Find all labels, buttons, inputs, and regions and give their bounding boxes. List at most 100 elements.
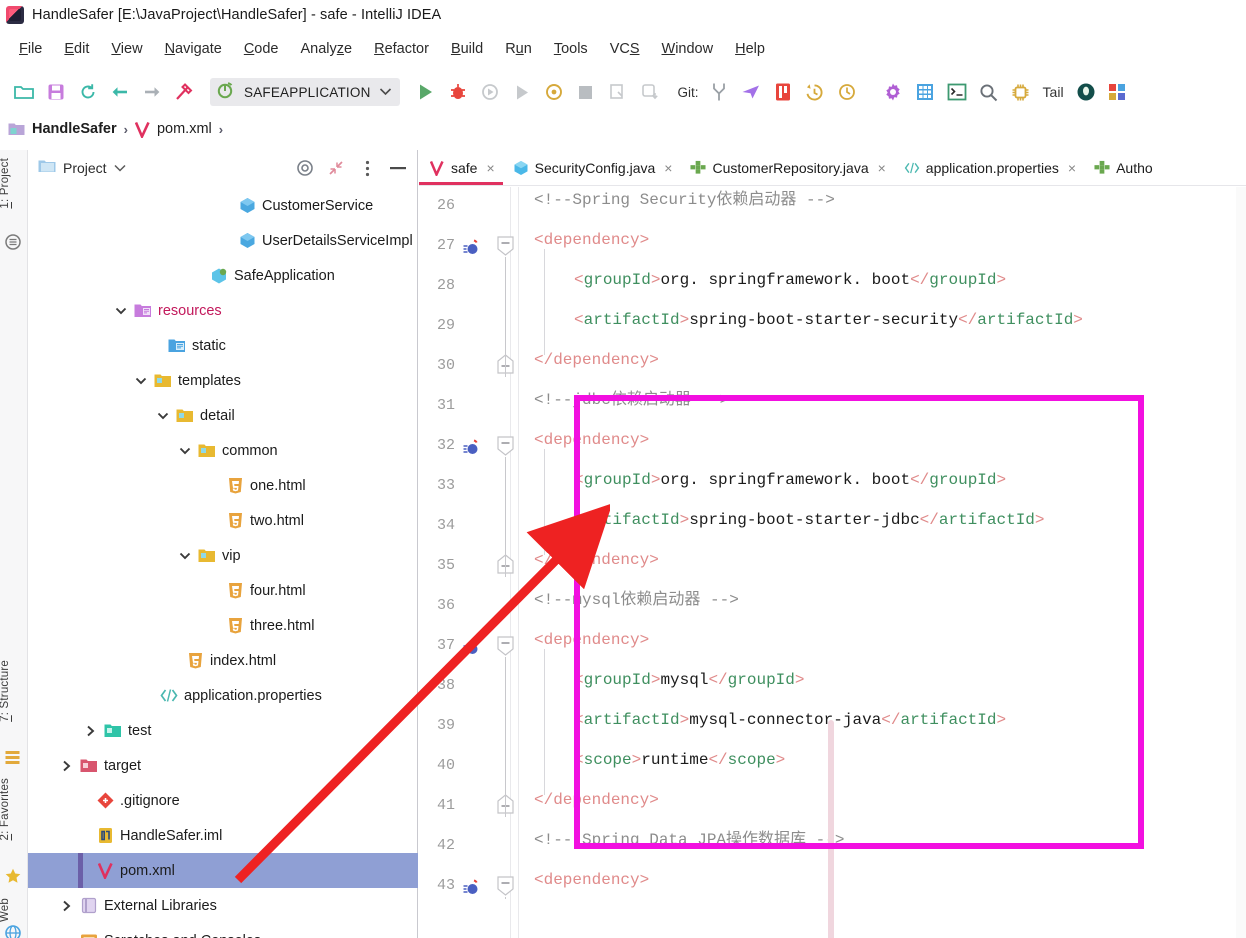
run-icon[interactable]	[410, 77, 442, 107]
options-menu-icon[interactable]	[355, 156, 379, 180]
menu-bar[interactable]: File Edit View Navigate Code Analyze Refactor B…	[0, 32, 1246, 66]
code-line-41[interactable]: </dependency>	[534, 780, 659, 820]
close-icon[interactable]: ×	[486, 160, 494, 176]
close-icon[interactable]: ×	[1068, 160, 1076, 176]
editor-tab-securityconfig-java[interactable]: SecurityConfig.java ×	[503, 150, 681, 185]
code-line-35[interactable]: </dependency>	[534, 540, 659, 580]
tree-node-index-html[interactable]: index.html	[28, 643, 418, 678]
tree-node-one-html[interactable]: one.html	[28, 468, 418, 503]
account-avatar-icon[interactable]	[1070, 77, 1102, 107]
menu-item-edit[interactable]: Edit	[53, 39, 100, 59]
tree-node-templates[interactable]: templates	[28, 363, 418, 398]
main-toolbar[interactable]: SAFEAPPLICATION Git: Tail	[0, 70, 1246, 114]
chevron-down-icon[interactable]	[134, 374, 148, 388]
fold-end-icon[interactable]	[497, 354, 517, 376]
fold-collapse-icon[interactable]	[497, 876, 517, 898]
breadcrumb-item-pom-xml[interactable]: pom.xml	[157, 121, 212, 137]
tree-node-two-html[interactable]: two.html	[28, 503, 418, 538]
profile-icon[interactable]	[538, 77, 570, 107]
code-line-28[interactable]: <groupId>org. springframework. boot</gro…	[574, 260, 1006, 300]
menu-item-window[interactable]: Window	[651, 39, 725, 59]
fold-collapse-icon[interactable]	[497, 236, 517, 258]
tree-node-test[interactable]: test	[28, 713, 418, 748]
code-line-43[interactable]: <dependency>	[534, 860, 649, 900]
chevron-right-icon[interactable]	[84, 724, 98, 738]
code-line-26[interactable]: <!--Spring Security依赖启动器 -->	[534, 187, 835, 220]
tree-node-static[interactable]: static	[28, 328, 418, 363]
editor-tab-customerrepository-java[interactable]: CustomerRepository.java ×	[680, 150, 893, 185]
maven-dependency-marker-icon[interactable]	[463, 438, 481, 456]
tree-node--gitignore[interactable]: .gitignore	[28, 783, 418, 818]
locate-target-icon[interactable]	[293, 156, 317, 180]
menu-item-build[interactable]: Build	[440, 39, 494, 59]
tree-node-safeapplication[interactable]: SafeApplication	[28, 258, 418, 293]
code-line-38[interactable]: <groupId>mysql</groupId>	[574, 660, 804, 700]
hide-panel-icon[interactable]	[386, 156, 410, 180]
tree-node-handlesafer-iml[interactable]: HandleSafer.iml	[28, 818, 418, 853]
project-scrollbar-thumb[interactable]	[828, 720, 834, 938]
code-line-34[interactable]: <artifactId>spring-boot-starter-jdbc</ar…	[574, 500, 1045, 540]
fold-collapse-icon[interactable]	[497, 436, 517, 458]
tree-node-three-html[interactable]: three.html	[28, 608, 418, 643]
maven-dependency-marker-icon[interactable]	[463, 238, 481, 256]
run-configuration-selector[interactable]: SAFEAPPLICATION	[210, 78, 400, 106]
chevron-down-icon[interactable]	[178, 549, 192, 563]
layout-grid-icon[interactable]	[909, 77, 941, 107]
tree-node-four-html[interactable]: four.html	[28, 573, 418, 608]
web-icon[interactable]	[5, 925, 23, 938]
code-line-39[interactable]: <artifactId>mysql-connector-java</artifa…	[574, 700, 1006, 740]
close-icon[interactable]: ×	[878, 160, 886, 176]
debug-icon[interactable]	[442, 77, 474, 107]
tail-label[interactable]: Tail	[1043, 84, 1064, 100]
fold-end-icon[interactable]	[497, 794, 517, 816]
chip-icon[interactable]	[1005, 77, 1037, 107]
fold-collapse-icon[interactable]	[497, 636, 517, 658]
save-all-icon[interactable]	[40, 77, 72, 107]
editor-tab-application-properties[interactable]: application.properties ×	[894, 150, 1084, 185]
editor-overview-scrollbar[interactable]	[1236, 187, 1246, 938]
tree-node-pom-xml[interactable]: pom.xml	[28, 853, 418, 888]
menu-item-run[interactable]: Run	[494, 39, 543, 59]
menu-item-view[interactable]: View	[100, 39, 153, 59]
fold-end-icon[interactable]	[497, 554, 517, 576]
tree-node-userdetailsserviceimpl[interactable]: UserDetailsServiceImpl	[28, 223, 418, 258]
editor-tab-safe[interactable]: safe ×	[419, 150, 503, 185]
plugin-icon[interactable]	[1102, 77, 1134, 107]
history-icon[interactable]	[799, 77, 831, 107]
forward-arrow-icon[interactable]	[136, 77, 168, 107]
chevron-down-icon[interactable]	[178, 444, 192, 458]
code-line-33[interactable]: <groupId>org. springframework. boot</gro…	[574, 460, 1006, 500]
sync-refresh-icon[interactable]	[72, 77, 104, 107]
open-project-icon[interactable]	[8, 77, 40, 107]
chevron-down-icon[interactable]	[379, 83, 392, 101]
project-icon[interactable]	[5, 234, 23, 252]
code-line-30[interactable]: </dependency>	[534, 340, 659, 380]
run-with-coverage-icon[interactable]	[474, 77, 506, 107]
branch-icon[interactable]	[703, 77, 735, 107]
menu-item-analyze[interactable]: Analyze	[290, 39, 364, 59]
editor-tab-autho[interactable]: Autho	[1084, 150, 1161, 185]
editor-tab-strip[interactable]: safe × SecurityConfig.java × CustomerReposit…	[419, 150, 1246, 186]
maven-dependency-marker-icon[interactable]	[463, 878, 481, 896]
tool-window-button-structure[interactable]: 7: Structure	[0, 660, 27, 722]
tree-node-vip[interactable]: vip	[28, 538, 418, 573]
menu-item-vcs[interactable]: VCS	[599, 39, 651, 59]
settings-gear-icon[interactable]	[877, 77, 909, 107]
breadcrumb-item-handlesafer[interactable]: HandleSafer	[32, 121, 117, 137]
close-icon[interactable]: ×	[664, 160, 672, 176]
back-arrow-icon[interactable]	[104, 77, 136, 107]
code-line-37[interactable]: <dependency>	[534, 620, 649, 660]
chevron-down-icon[interactable]	[114, 304, 128, 318]
rollback-icon[interactable]	[831, 77, 863, 107]
tool-window-button-project[interactable]: 1: Project	[0, 158, 27, 209]
tree-node-customerservice[interactable]: CustomerService	[28, 188, 418, 223]
tool-window-button-web[interactable]: Web	[0, 898, 27, 922]
chevron-down-icon[interactable]	[114, 159, 126, 177]
tree-node-application-properties[interactable]: application.properties	[28, 678, 418, 713]
code-line-32[interactable]: <dependency>	[534, 420, 649, 460]
tree-node-common[interactable]: common	[28, 433, 418, 468]
search-everywhere-icon[interactable]	[973, 77, 1005, 107]
code-line-36[interactable]: <!--mysql依赖启动器 -->	[534, 580, 739, 620]
structure-icon[interactable]	[5, 750, 23, 768]
code-line-31[interactable]: <!--jdbc依赖启动器 -->	[534, 380, 729, 420]
